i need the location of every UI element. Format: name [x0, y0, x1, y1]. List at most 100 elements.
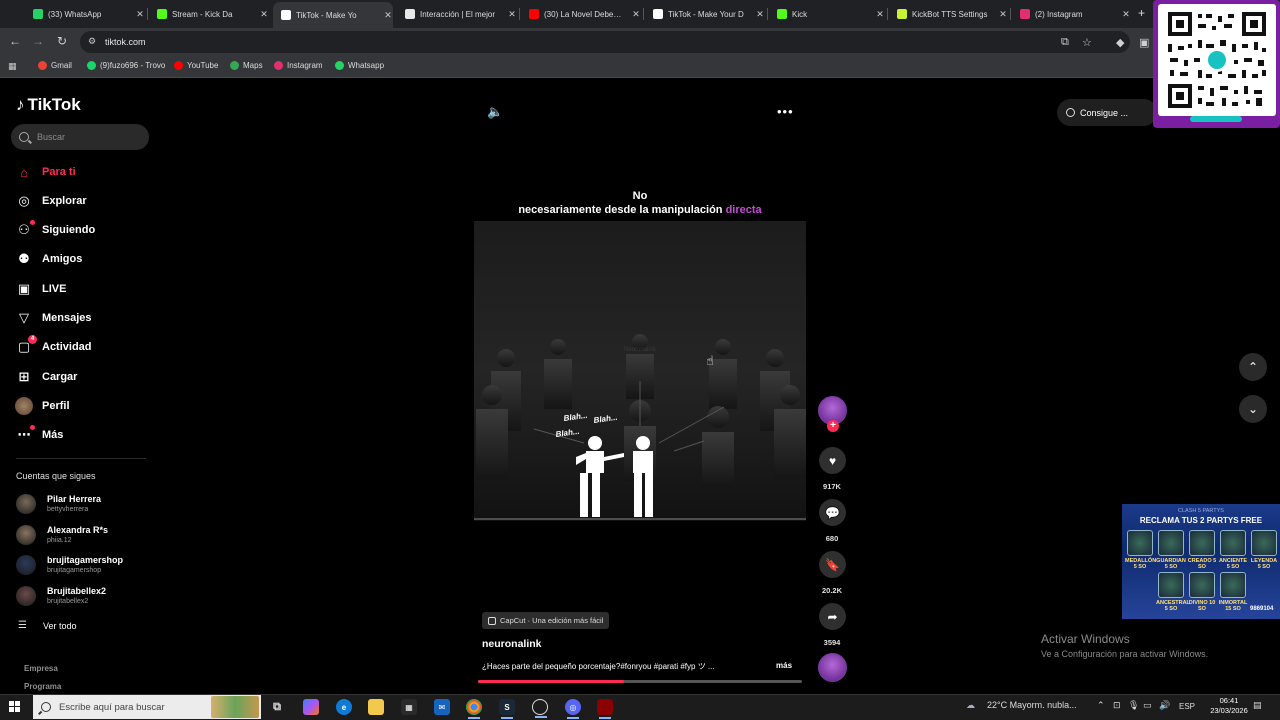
bookmark-item[interactable]: Gmail: [38, 61, 72, 70]
apps-grid-icon[interactable]: ▦: [8, 61, 17, 72]
tray-chevron-up-icon[interactable]: ⌃: [1097, 700, 1105, 711]
video-player[interactable]: Neuronalink Blah... Blah... Blah...: [474, 221, 806, 521]
discord-icon[interactable]: ◎: [565, 699, 581, 719]
copilot-icon[interactable]: [303, 699, 319, 715]
sidebar-nav-item[interactable]: ◎ Explorar: [15, 192, 86, 210]
weather-text[interactable]: 22°C Mayorm. nubla...: [987, 700, 1077, 710]
sidebar-nav-item[interactable]: ⋯ Más: [15, 425, 63, 444]
capcut-tag[interactable]: CapCut · Una edición más fácil: [482, 612, 610, 629]
tab-close-icon[interactable]: ✕: [383, 10, 393, 21]
tab-close-icon[interactable]: ✕: [875, 9, 885, 20]
promo-card: [1189, 572, 1215, 598]
bookmark-icon[interactable]: 🔖: [819, 551, 846, 578]
tiktok-logo[interactable]: ♪ TikTok: [16, 95, 81, 115]
following-account[interactable]: Brujitabellex2 brujitabellex2: [16, 584, 106, 608]
site-info-icon[interactable]: ⚙: [88, 36, 96, 47]
chevron-down-icon[interactable]: ⌄: [1239, 395, 1267, 423]
tab-close-icon[interactable]: ✕: [631, 9, 641, 20]
extension-icon[interactable]: ◆: [1116, 36, 1124, 49]
sidebar-nav-item[interactable]: ▣ LIVE: [15, 280, 67, 298]
sidebar-nav-item[interactable]: ▽ Mensajes: [15, 309, 92, 327]
sidebar-nav-item[interactable]: Perfil: [15, 397, 70, 415]
video-progress-bar[interactable]: [478, 680, 802, 683]
notifications-icon[interactable]: ▤: [1253, 700, 1262, 711]
forward-icon[interactable]: →: [30, 34, 46, 48]
obs-icon[interactable]: [532, 699, 548, 718]
new-tab-button[interactable]: +: [1138, 6, 1145, 20]
browser-tab[interactable]: (30) La Novel Debes C ✕: [521, 3, 641, 25]
mail-icon[interactable]: ✉: [434, 699, 450, 715]
follow-plus-icon[interactable]: +: [827, 420, 839, 432]
browser-tab[interactable]: (2) Instagram ✕: [1012, 3, 1131, 25]
comment-icon[interactable]: 💬: [819, 499, 846, 526]
sidebar-nav-item[interactable]: ⚇ Siguiendo: [15, 220, 95, 239]
tab-close-icon[interactable]: ✕: [1121, 9, 1131, 20]
mic-icon[interactable]: 🎙: [1128, 700, 1139, 711]
following-account[interactable]: brujitagamershop brujitagamershop: [16, 553, 123, 577]
following-account[interactable]: Pilar Herrera bettyvherrera: [16, 492, 101, 516]
tab-close-icon[interactable]: ✕: [755, 9, 765, 20]
footer-link-programa[interactable]: Programa: [24, 682, 61, 691]
bookmark-star-icon[interactable]: ☆: [1082, 36, 1092, 49]
browser-tab[interactable]: (33) WhatsApp ✕: [25, 3, 145, 25]
bookmark-item[interactable]: Maps: [230, 61, 263, 70]
display-icon[interactable]: ▭: [1143, 700, 1152, 711]
volume-icon[interactable]: 🔈: [487, 104, 503, 120]
see-all-link[interactable]: ☰ Ver todo: [18, 620, 77, 631]
browser-tab[interactable]: TikTok - Make Your D ✕: [645, 3, 765, 25]
game-app-icon[interactable]: [597, 699, 613, 719]
sound-disc-icon[interactable]: [818, 653, 847, 682]
file-explorer-icon[interactable]: [368, 699, 384, 715]
browser-tab[interactable]: Kick ✕: [769, 3, 885, 25]
bookmark-item[interactable]: Whatsapp: [335, 61, 384, 70]
bookmark-item[interactable]: YouTube: [174, 61, 218, 70]
search-bar[interactable]: [11, 124, 149, 150]
tab-close-icon[interactable]: ✕: [507, 9, 517, 20]
promo-card-label: CREADO 5 SO: [1187, 558, 1217, 570]
sidebar-nav-item[interactable]: ▢ 4 Actividad: [15, 335, 92, 356]
bookmark-item[interactable]: Instagram: [274, 61, 323, 70]
edge-icon[interactable]: e: [336, 699, 352, 715]
search-highlight-image[interactable]: [211, 696, 259, 718]
sidebar-nav-item[interactable]: ⌂ Para ti: [15, 163, 76, 181]
tab-close-icon[interactable]: ✕: [135, 9, 145, 20]
activate-windows-subtitle: Ve a Configuración para activar Windows.: [1041, 649, 1209, 659]
following-account[interactable]: Alexandra R*s phiia.12: [16, 523, 108, 547]
video-author[interactable]: neuronalink: [482, 638, 542, 650]
chevron-up-icon[interactable]: ⌃: [1239, 353, 1267, 381]
account-username: bettyvherrera: [47, 506, 89, 513]
windows-start-icon[interactable]: [9, 701, 21, 713]
browser-tab[interactable]: KickBot TTS Settings ✕: [889, 3, 1008, 25]
description-more-link[interactable]: más: [776, 661, 792, 670]
browser-tab[interactable]: Stream - Kick Da ✕: [149, 3, 269, 25]
like-icon[interactable]: ♥: [819, 447, 846, 474]
browser-tab[interactable]: TikTok - Make Yo ✕: [273, 2, 393, 28]
taskbar-search-input[interactable]: [59, 701, 219, 713]
network-icon[interactable]: ⊡: [1113, 700, 1121, 711]
tab-close-icon[interactable]: ✕: [998, 9, 1008, 20]
back-icon[interactable]: ←: [7, 34, 23, 48]
sidebar-nav-item[interactable]: ⚉ Amigos: [15, 250, 82, 268]
store-icon[interactable]: ▦: [401, 699, 417, 715]
tab-close-icon[interactable]: ✕: [259, 9, 269, 20]
speaker-icon[interactable]: 🔊: [1159, 700, 1170, 711]
address-bar[interactable]: [80, 31, 1130, 53]
sidebar-nav-item[interactable]: ⊞ Cargar: [15, 368, 78, 386]
footer-link-empresa[interactable]: Empresa: [24, 664, 58, 673]
language-indicator[interactable]: ESP: [1179, 702, 1195, 711]
install-app-icon[interactable]: ⧉: [1061, 36, 1069, 49]
reload-icon[interactable]: ↻: [54, 34, 70, 48]
taskbar-clock[interactable]: 06:41 23/03/2026: [1208, 696, 1250, 716]
taskbar-search-icon: [41, 702, 51, 712]
search-input[interactable]: [37, 132, 137, 142]
share-icon[interactable]: ➦: [819, 603, 846, 630]
get-app-button[interactable]: Consigue ...: [1057, 99, 1157, 126]
browser-tab[interactable]: Interacción | El mejor ✕: [397, 3, 517, 25]
bookmark-item[interactable]: (9)fuzo696 - Trovo: [87, 61, 165, 70]
more-options-icon[interactable]: •••: [777, 104, 794, 119]
chrome-icon[interactable]: [466, 699, 482, 719]
extensions-puzzle-icon[interactable]: ▣: [1139, 36, 1149, 49]
steam-icon[interactable]: S: [499, 699, 515, 719]
task-view-icon[interactable]: ⧉: [269, 699, 285, 715]
promo-card: [1220, 572, 1246, 598]
